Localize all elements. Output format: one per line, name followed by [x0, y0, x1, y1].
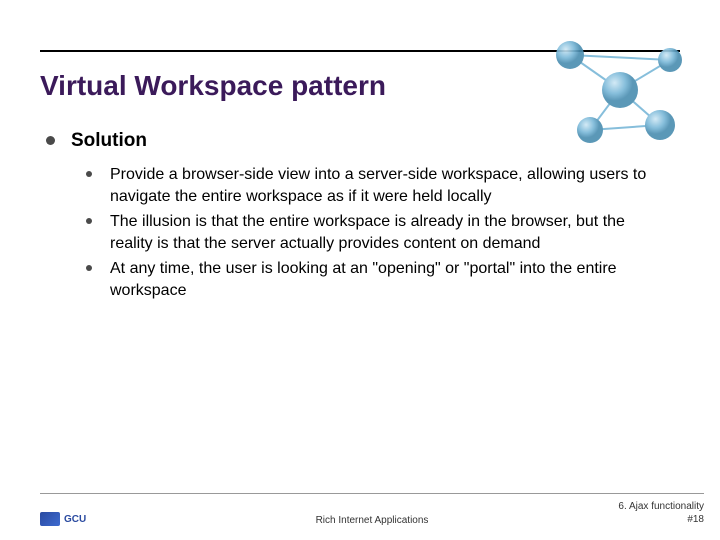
slide-footer: GCU Rich Internet Applications 6. Ajax f… — [40, 493, 704, 526]
bullet-icon — [86, 171, 92, 177]
bullet-list: Provide a browser-side view into a serve… — [46, 164, 680, 302]
slide: Virtual Workspace pattern Solution Provi… — [0, 0, 720, 540]
list-item: Provide a browser-side view into a serve… — [86, 164, 680, 207]
footer-right: 6. Ajax functionality #18 — [618, 500, 704, 526]
bullet-text: Provide a browser-side view into a serve… — [110, 164, 670, 207]
list-item: The illusion is that the entire workspac… — [86, 211, 680, 254]
bullet-icon — [46, 136, 55, 145]
logo-icon — [40, 512, 60, 526]
bullet-icon — [86, 265, 92, 271]
list-item: At any time, the user is looking at an "… — [86, 258, 680, 301]
footer-row: GCU Rich Internet Applications 6. Ajax f… — [40, 500, 704, 526]
university-logo: GCU — [40, 512, 86, 526]
bullet-text: At any time, the user is looking at an "… — [110, 258, 670, 301]
section-heading: Solution — [71, 130, 147, 152]
logo-text: GCU — [64, 514, 86, 525]
network-decoration — [540, 30, 700, 150]
footer-page-number: #18 — [618, 513, 704, 526]
footer-divider — [40, 493, 704, 494]
footer-course-title: Rich Internet Applications — [316, 515, 429, 526]
footer-chapter: 6. Ajax functionality — [618, 500, 704, 513]
bullet-text: The illusion is that the entire workspac… — [110, 211, 670, 254]
content-area: Solution Provide a browser-side view int… — [40, 130, 680, 302]
bullet-icon — [86, 218, 92, 224]
